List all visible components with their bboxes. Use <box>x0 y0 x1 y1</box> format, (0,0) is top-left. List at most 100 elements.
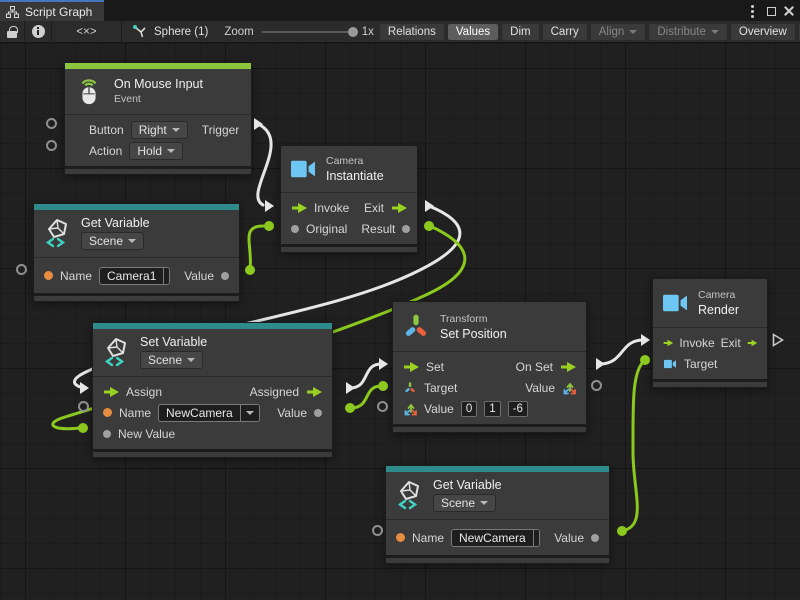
port-trigger-out[interactable] <box>254 118 263 130</box>
flow-out-icon <box>306 387 322 397</box>
tab-script-graph[interactable]: Script Graph <box>0 0 104 21</box>
chevron-down-icon <box>187 358 195 366</box>
port-setvar-value-out[interactable] <box>345 403 355 413</box>
value-port-label: Value <box>554 531 584 545</box>
window-menu-button[interactable] <box>744 3 760 19</box>
port-assigned-out[interactable] <box>346 382 355 394</box>
zoom-slider[interactable] <box>262 31 354 33</box>
port-button-in[interactable] <box>46 118 57 129</box>
port-render-target-in[interactable] <box>640 355 650 365</box>
node-title: Render <box>698 303 739 317</box>
variable-name-select[interactable]: Camera1 <box>99 267 170 285</box>
action-dropdown[interactable]: Hold <box>129 142 183 160</box>
variable-name-select[interactable]: NewCamera <box>158 404 260 422</box>
scope-dropdown[interactable]: Scene <box>140 351 203 369</box>
target-port-label: Target <box>684 357 717 371</box>
flow-in-icon <box>291 203 307 213</box>
node-on-mouse-input[interactable]: On Mouse Input Event Button Right Trigge… <box>64 62 252 175</box>
vector3-port-icon <box>403 402 417 416</box>
node-footer <box>65 166 251 174</box>
port-getvar2-name-in[interactable] <box>372 525 383 536</box>
port-setpos-value-out[interactable] <box>591 380 602 391</box>
relations-button[interactable]: Relations <box>380 24 444 40</box>
zoom-value: 1x <box>362 26 374 38</box>
flow-out-icon <box>747 338 757 348</box>
node-get-variable-newcamera[interactable]: Get Variable Scene Name NewCamera Value <box>385 465 610 564</box>
port-getvar1-name-in[interactable] <box>16 264 27 275</box>
vector-x-input[interactable]: 0 <box>461 401 477 417</box>
assigned-port-label: Assigned <box>250 385 299 399</box>
scope-dropdown[interactable]: Scene <box>433 494 496 512</box>
window-maximize-button[interactable] <box>763 3 779 19</box>
port-render-exit-out[interactable] <box>772 333 784 347</box>
node-title: Get Variable <box>81 216 150 230</box>
selection-breadcrumb[interactable]: Sphere (1) <box>122 21 218 43</box>
zoom-slider-handle[interactable] <box>348 27 358 37</box>
tab-title: Script Graph <box>25 5 92 19</box>
node-set-variable[interactable]: Set Variable Scene Assign Assigned <box>92 322 333 458</box>
node-category: Camera <box>326 155 384 167</box>
port-invoke-in[interactable] <box>265 200 274 212</box>
carry-button[interactable]: Carry <box>543 24 587 40</box>
window-close-button[interactable] <box>781 3 797 19</box>
port-getvar2-value-out[interactable] <box>617 526 627 536</box>
value-out-port-label: Value <box>525 381 555 395</box>
port-result-out[interactable] <box>424 221 434 231</box>
unity-variable-icon <box>101 337 131 367</box>
dim-button[interactable]: Dim <box>502 24 538 40</box>
trigger-port-label: Trigger <box>202 123 240 137</box>
string-port-icon <box>396 533 405 542</box>
node-footer <box>653 379 767 387</box>
assign-port-label: Assign <box>126 385 162 399</box>
on-set-port-label: On Set <box>516 360 553 374</box>
distribute-button[interactable]: Distribute <box>649 24 727 40</box>
node-transform-set-position[interactable]: Transform Set Position Set On Set <box>392 301 587 433</box>
transform-icon <box>401 312 431 342</box>
variable-name-select[interactable]: NewCamera <box>451 529 540 547</box>
node-camera-render[interactable]: Camera Render Invoke Exit Target <box>652 278 768 388</box>
scope-dropdown[interactable]: Scene <box>81 232 144 250</box>
vector-y-input[interactable]: 1 <box>484 401 500 417</box>
button-dropdown[interactable]: Right <box>131 121 188 139</box>
port-assign-in[interactable] <box>80 382 89 394</box>
port-setvar-name-in[interactable] <box>78 401 89 412</box>
action-port-label: Action <box>89 144 122 158</box>
node-get-variable-camera1[interactable]: Get Variable Scene Name Camera1 Value <box>33 203 240 302</box>
chevron-down-icon <box>629 30 637 38</box>
node-footer <box>393 424 586 432</box>
select-arrow-button[interactable] <box>240 405 259 421</box>
port-target-in[interactable] <box>378 381 388 391</box>
code-view-button[interactable]: <×> <box>52 21 122 43</box>
object-port-icon <box>314 409 322 417</box>
chevron-down-icon <box>539 536 540 544</box>
vector-z-input[interactable]: -6 <box>508 401 528 417</box>
original-port-label: Original <box>306 222 347 236</box>
port-getvar1-value-out[interactable] <box>245 265 255 275</box>
toolbar-buttons: Relations Values Dim Carry Align Distrib… <box>380 24 800 40</box>
lock-icon <box>7 31 17 38</box>
values-button[interactable]: Values <box>448 24 498 40</box>
select-arrow-button[interactable] <box>533 530 540 546</box>
node-title: Set Variable <box>140 335 207 349</box>
exit-port-label: Exit <box>721 336 741 350</box>
code-icon: <×> <box>76 26 96 38</box>
select-arrow-button[interactable] <box>163 268 170 284</box>
port-setpos-value-in[interactable] <box>377 401 388 412</box>
port-set-in[interactable] <box>379 358 388 370</box>
align-button[interactable]: Align <box>591 24 646 40</box>
port-newvalue-in[interactable] <box>78 423 88 433</box>
port-exit-out[interactable] <box>425 200 434 212</box>
port-onset-out[interactable] <box>596 358 605 370</box>
maximize-icon <box>767 7 776 16</box>
port-render-invoke-in[interactable] <box>641 334 650 346</box>
transform-port-icon <box>403 381 417 395</box>
graph-pointer-icon <box>132 25 147 39</box>
camera-icon <box>661 291 689 315</box>
script-graph-window: Script Graph <×> Sphere (1) Zoom 1x Rela <box>0 0 800 600</box>
port-original-in[interactable] <box>264 221 274 231</box>
overview-button[interactable]: Overview <box>731 24 795 40</box>
port-action-in[interactable] <box>46 140 57 151</box>
node-camera-instantiate[interactable]: Camera Instantiate Invoke Exit Original <box>280 145 418 253</box>
info-button[interactable] <box>25 21 52 43</box>
lock-button[interactable] <box>0 21 25 43</box>
